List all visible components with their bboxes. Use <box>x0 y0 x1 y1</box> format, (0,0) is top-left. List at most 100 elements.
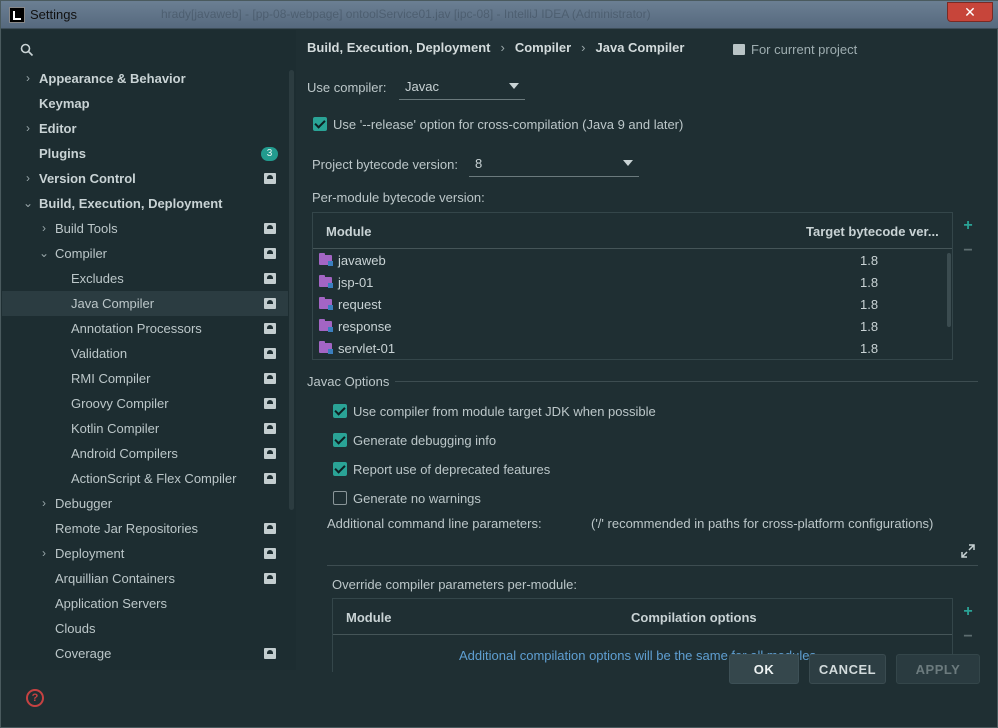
sidebar-item-label: Arquillian Containers <box>55 571 175 586</box>
sidebar-item-rmi-compiler[interactable]: RMI Compiler <box>2 366 288 391</box>
release-option-checkbox[interactable] <box>313 117 327 131</box>
chevron-down-icon[interactable]: ⌄ <box>38 241 50 266</box>
remove-override-button[interactable]: − <box>961 629 975 645</box>
add-module-button[interactable]: + <box>961 218 975 234</box>
sidebar-item-editor[interactable]: › Editor <box>2 116 288 141</box>
sidebar-item-label: Deployment <box>55 546 125 561</box>
module-target-version[interactable]: 1.8 <box>860 253 878 268</box>
project-scope-icon <box>264 348 276 359</box>
sidebar-item-label: Validation <box>71 346 128 361</box>
remove-module-button[interactable]: − <box>961 243 975 259</box>
close-button[interactable]: ✕ <box>947 2 993 22</box>
sidebar-item-label: Kotlin Compiler <box>71 421 160 436</box>
table-row[interactable]: jsp-01 1.8 <box>313 272 952 294</box>
project-scope-icon <box>264 173 276 184</box>
additional-params-input[interactable] <box>327 534 978 564</box>
add-override-button[interactable]: + <box>961 604 975 620</box>
settings-tree: › Appearance & Behavior Keymap › Editor Plugi… <box>2 66 288 666</box>
project-scope-icon <box>264 273 276 284</box>
sidebar-item-label: Groovy Compiler <box>71 396 169 411</box>
intellij-app-icon <box>9 7 25 23</box>
project-scope-icon <box>264 223 276 234</box>
sidebar-item-plugins[interactable]: Plugins 3 <box>2 141 288 166</box>
sidebar-item-label: Excludes <box>71 271 124 286</box>
for-current-project-label: For current project <box>733 42 857 57</box>
sidebar-item-appearance-behavior[interactable]: › Appearance & Behavior <box>2 66 288 91</box>
sidebar-item-coverage[interactable]: Coverage <box>2 641 288 666</box>
help-icon[interactable]: ? <box>26 689 44 707</box>
expand-icon[interactable] <box>961 544 975 558</box>
chevron-right-icon[interactable]: › <box>38 216 50 241</box>
sidebar-item-label: ActionScript & Flex Compiler <box>71 471 237 486</box>
project-scope-icon <box>264 323 276 334</box>
project-scope-icon <box>264 423 276 434</box>
sidebar-item-debugger[interactable]: › Debugger <box>2 491 288 516</box>
module-target-version[interactable]: 1.8 <box>860 319 878 334</box>
ok-button[interactable]: OK <box>729 654 799 684</box>
chevron-down-icon[interactable]: ⌄ <box>22 191 34 216</box>
sidebar-item-remote-jar-repositories[interactable]: Remote Jar Repositories <box>2 516 288 541</box>
project-bytecode-select[interactable]: 8 <box>469 151 639 177</box>
module-name: javaweb <box>338 253 386 268</box>
settings-search-input[interactable] <box>16 40 286 60</box>
chevron-right-icon[interactable]: › <box>22 66 34 91</box>
sidebar-item-annotation-processors[interactable]: Annotation Processors <box>2 316 288 341</box>
sidebar-item-excludes[interactable]: Excludes <box>2 266 288 291</box>
sidebar-item-compiler[interactable]: ⌄ Compiler <box>2 241 288 266</box>
cancel-button[interactable]: CANCEL <box>809 654 886 684</box>
chevron-right-icon[interactable]: › <box>22 166 34 191</box>
title-bar: Settings hrady[javaweb] - [pp-08-webpage… <box>1 1 998 29</box>
sidebar-item-clouds[interactable]: Clouds <box>2 616 288 641</box>
column-header-module[interactable]: Module <box>326 224 372 239</box>
debugging-info-checkbox[interactable] <box>333 433 347 447</box>
table-row[interactable]: response 1.8 <box>313 316 952 338</box>
sidebar-item-actionscript-flex-compiler[interactable]: ActionScript & Flex Compiler <box>2 466 288 491</box>
table-row[interactable]: request 1.8 <box>313 294 952 316</box>
per-module-label: Per-module bytecode version: <box>312 190 485 205</box>
module-target-version[interactable]: 1.8 <box>860 275 878 290</box>
use-compiler-label: Use compiler: <box>307 80 387 95</box>
column-header-target-version[interactable]: Target bytecode ver... <box>806 224 939 239</box>
column-header-module[interactable]: Module <box>346 610 392 625</box>
module-folder-icon <box>319 275 333 288</box>
module-target-version[interactable]: 1.8 <box>860 297 878 312</box>
deprecated-features-checkbox[interactable] <box>333 462 347 476</box>
project-scope-icon <box>264 248 276 259</box>
chevron-right-icon[interactable]: › <box>38 491 50 516</box>
sidebar-item-build-execution-deployment[interactable]: ⌄ Build, Execution, Deployment <box>2 191 288 216</box>
sidebar-item-version-control[interactable]: › Version Control <box>2 166 288 191</box>
release-option-label: Use '--release' option for cross-compila… <box>333 117 684 132</box>
sidebar-item-validation[interactable]: Validation <box>2 341 288 366</box>
sidebar-item-application-servers[interactable]: Application Servers <box>2 591 288 616</box>
apply-button[interactable]: APPLY <box>896 654 980 684</box>
sidebar-item-android-compilers[interactable]: Android Compilers <box>2 441 288 466</box>
sidebar-item-groovy-compiler[interactable]: Groovy Compiler <box>2 391 288 416</box>
sidebar-item-kotlin-compiler[interactable]: Kotlin Compiler <box>2 416 288 441</box>
sidebar-item-label: Build Tools <box>55 221 118 236</box>
table-row[interactable]: servlet-01 1.8 <box>313 338 952 360</box>
module-target-version[interactable]: 1.8 <box>860 341 878 356</box>
sidebar-scrollbar[interactable] <box>289 70 294 510</box>
sidebar-item-keymap[interactable]: Keymap <box>2 91 288 116</box>
table-row[interactable]: javaweb 1.8 <box>313 250 952 272</box>
project-bytecode-value: 8 <box>475 156 483 171</box>
no-warnings-checkbox[interactable] <box>333 491 347 505</box>
additional-params-hint: ('/' recommended in paths for cross-plat… <box>591 516 934 531</box>
module-folder-icon <box>319 319 333 332</box>
use-compiler-select[interactable]: Javac <box>399 74 525 100</box>
sidebar-item-build-tools[interactable]: › Build Tools <box>2 216 288 241</box>
project-scope-icon <box>264 373 276 384</box>
column-header-compilation-options[interactable]: Compilation options <box>631 610 757 625</box>
module-target-jdk-checkbox[interactable] <box>333 404 347 418</box>
chevron-right-icon[interactable]: › <box>22 116 34 141</box>
chevron-right-icon[interactable]: › <box>38 541 50 566</box>
for-project-text: For current project <box>751 42 858 57</box>
sidebar-item-label: Build, Execution, Deployment <box>39 196 223 211</box>
breadcrumb-item: Build, Execution, Deployment <box>307 40 491 55</box>
per-module-table: Module Target bytecode ver... javaweb 1.8… <box>312 212 953 360</box>
sidebar-item-java-compiler[interactable]: Java Compiler <box>2 291 288 316</box>
table-scrollbar[interactable] <box>947 253 951 327</box>
project-scope-icon <box>264 523 276 534</box>
sidebar-item-arquillian-containers[interactable]: Arquillian Containers <box>2 566 288 591</box>
sidebar-item-deployment[interactable]: › Deployment <box>2 541 288 566</box>
